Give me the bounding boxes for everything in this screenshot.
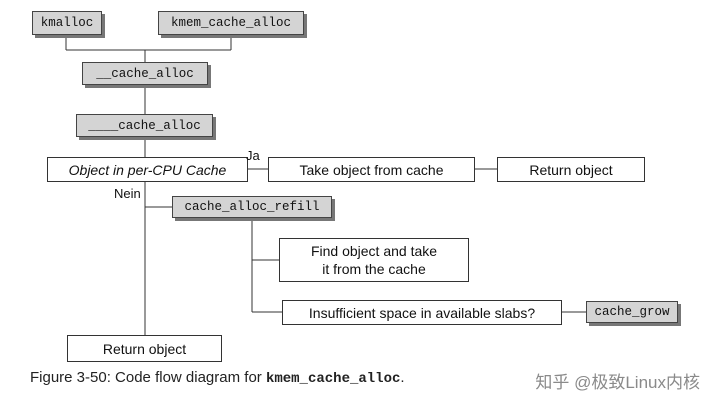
figure-caption: Figure 3-50: Code flow diagram for kmem_… xyxy=(30,369,405,387)
node-cache-grow: cache_grow xyxy=(586,301,678,323)
step-find-object-line2: it from the cache xyxy=(322,261,426,277)
step-return-object-top-label: Return object xyxy=(529,161,613,178)
decision-insufficient-space: Insufficient space in available slabs? xyxy=(282,300,562,325)
figure-caption-code: kmem_cache_alloc xyxy=(265,371,401,387)
figure-caption-prefix: Figure 3-50: Code flow diagram for xyxy=(30,369,266,386)
node-kmem-cache-alloc-label: kmem_cache_alloc xyxy=(170,16,292,30)
node-cache-alloc-label: __cache_alloc xyxy=(96,66,194,81)
step-take-object: Take object from cache xyxy=(268,157,475,182)
step-find-object-line1: Find object and take xyxy=(310,243,438,259)
node-kmem-cache-alloc: kmem_cache_alloc xyxy=(158,11,304,35)
node-cache-alloc-refill-label: cache_alloc_refill xyxy=(184,200,320,214)
branch-label-yes: Ja xyxy=(246,148,260,163)
watermark: 知乎 @极致Linux内核 xyxy=(535,373,700,392)
node-inner-cache-alloc: ____cache_alloc xyxy=(76,114,213,137)
node-cache-alloc: __cache_alloc xyxy=(82,62,208,85)
decision-object-in-percpu-cache-label: Object in per-CPU Cache xyxy=(68,161,227,178)
decision-object-in-percpu-cache: Object in per-CPU Cache xyxy=(47,157,248,182)
step-find-object: Find object and take it from the cache xyxy=(279,238,469,282)
step-return-object-bottom-label: Return object xyxy=(102,340,187,357)
figure-caption-suffix: . xyxy=(400,369,405,386)
node-cache-grow-label: cache_grow xyxy=(594,305,670,319)
node-kmalloc-label: kmalloc xyxy=(40,16,94,30)
step-return-object-top: Return object xyxy=(497,157,645,182)
node-kmalloc: kmalloc xyxy=(32,11,102,35)
step-take-object-label: Take object from cache xyxy=(299,161,444,178)
node-cache-alloc-refill: cache_alloc_refill xyxy=(172,196,332,218)
decision-insufficient-space-label: Insufficient space in available slabs? xyxy=(308,304,536,321)
branch-label-no: Nein xyxy=(114,186,141,201)
step-return-object-bottom: Return object xyxy=(67,335,222,362)
node-inner-cache-alloc-label: ____cache_alloc xyxy=(88,118,201,133)
